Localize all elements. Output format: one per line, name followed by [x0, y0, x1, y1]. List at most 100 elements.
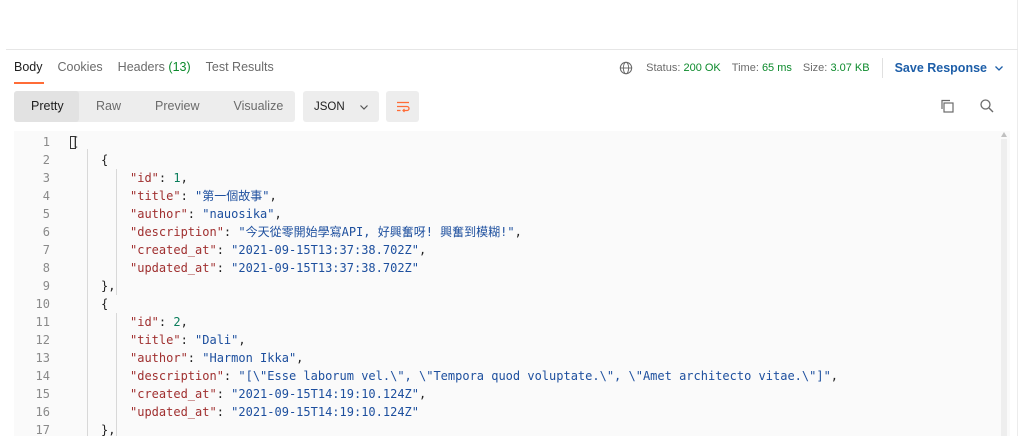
code-text: "updated_at": "2021-09-15T13:37:38.702Z"	[130, 259, 419, 277]
code-token: :	[187, 207, 203, 221]
view-raw-button[interactable]: Raw	[79, 91, 138, 122]
code-token: "author"	[130, 351, 188, 365]
code-text: "description": "今天從零開始學寫API, 好興奮呀! 興奮到模糊…	[130, 223, 522, 241]
format-dropdown[interactable]: JSON	[303, 91, 379, 122]
line-number: 15	[35, 387, 50, 401]
code-token: :	[216, 387, 232, 401]
divider	[6, 49, 1018, 50]
tab-test-results[interactable]: Test Results	[206, 58, 274, 78]
code-token: :	[216, 243, 232, 257]
save-response-button[interactable]: Save Response	[895, 61, 1004, 75]
wrap-lines-icon	[396, 101, 410, 112]
panel-border	[1017, 0, 1018, 436]
code-text: "updated_at": "2021-09-15T14:19:10.124Z"	[130, 403, 419, 421]
request-area	[0, 0, 1024, 49]
code-token: "title"	[130, 189, 181, 203]
code-token: "updated_at"	[130, 261, 217, 275]
code-token: :	[216, 405, 232, 419]
code-token: "description"	[130, 225, 224, 239]
code-text: "description": "[\"Esse laborum vel.\", …	[130, 367, 838, 385]
scroll-up-arrow[interactable]	[1001, 132, 1007, 137]
code-line: 6 "description": "今天從零開始學寫API, 好興奮呀! 興奮到模…	[14, 223, 1010, 241]
code-token: {	[101, 297, 109, 311]
code-token: ,	[419, 387, 427, 401]
status-value: 200 OK	[683, 62, 721, 74]
wrap-lines-button[interactable]	[386, 91, 419, 122]
code-text: },	[101, 421, 115, 436]
code-text: "title": "第一個故事",	[130, 187, 277, 205]
code-line: 13 "author": "Harmon Ikka",	[14, 349, 1010, 367]
line-number: 10	[35, 297, 50, 311]
code-line: 17},	[14, 421, 1010, 436]
line-number: 5	[42, 207, 50, 221]
line-number: 16	[35, 405, 50, 419]
line-number: 6	[42, 225, 50, 239]
code-token: "今天從零開始學寫API, 好興奮呀! 興奮到模糊!"	[238, 225, 515, 239]
code-token: {	[101, 153, 109, 167]
line-number: 11	[35, 315, 50, 329]
code-token: "description"	[130, 369, 224, 383]
status-code[interactable]: Status: 200 OK	[646, 62, 721, 74]
code-token: :	[223, 225, 239, 239]
line-number: 7	[42, 243, 50, 257]
code-line: 12 "title": "Dali",	[14, 331, 1010, 349]
code-token: "Dali"	[195, 333, 239, 347]
line-number: 4	[42, 189, 50, 203]
code-line: 4 "title": "第一個故事",	[14, 187, 1010, 205]
response-time[interactable]: Time: 65 ms	[732, 62, 792, 74]
code-text: "id": 2,	[130, 313, 188, 331]
code-line: 8 "updated_at": "2021-09-15T13:37:38.702Z…	[14, 259, 1010, 277]
response-size[interactable]: Size: 3.07 KB	[803, 62, 870, 74]
view-pretty-button[interactable]: Pretty	[14, 91, 79, 122]
code-token: "updated_at"	[130, 405, 217, 419]
view-mode-selector: Pretty Raw Preview Visualize	[14, 91, 295, 122]
text-cursor	[70, 136, 76, 149]
code-token: ,	[274, 207, 282, 221]
save-response-label: Save Response	[894, 61, 987, 75]
tab-headers[interactable]: Headers (13)	[118, 58, 191, 78]
response-status: Status: 200 OK Time: 65 ms Size: 3.07 KB…	[619, 58, 1004, 78]
code-token: :	[158, 171, 174, 185]
view-visualize-button[interactable]: Visualize	[216, 91, 300, 122]
scrollbar[interactable]	[1001, 139, 1007, 436]
code-token: "Harmon Ikka"	[202, 351, 297, 365]
code-text: {	[101, 151, 108, 169]
chevron-down-icon	[995, 66, 1003, 71]
line-number: 8	[42, 261, 50, 275]
response-body-editor[interactable]: 1[2{3 "id": 1, 4 "title": "第一個故事", 5 "author"…	[14, 131, 1010, 436]
response-tabs: Body Cookies Headers (13) Test Results	[14, 58, 289, 78]
code-line: 14 "description": "[\"Esse laborum vel.\"…	[14, 367, 1010, 385]
code-token: ,	[296, 351, 304, 365]
code-token: 1	[173, 171, 181, 185]
code-token: :	[216, 261, 232, 275]
code-token: },	[101, 279, 116, 293]
line-number: 1	[42, 135, 50, 149]
code-text: "created_at": "2021-09-15T13:37:38.702Z"…	[130, 241, 426, 259]
view-preview-button[interactable]: Preview	[138, 91, 216, 122]
code-line: 16 "updated_at": "2021-09-15T14:19:10.124…	[14, 403, 1010, 421]
line-number: 3	[42, 171, 50, 185]
tab-cookies[interactable]: Cookies	[58, 58, 103, 78]
indent-guide	[116, 313, 117, 436]
line-number: 14	[35, 369, 50, 383]
code-lines: 1[2{3 "id": 1, 4 "title": "第一個故事", 5 "author"…	[14, 133, 1010, 436]
code-line: 2{	[14, 151, 1010, 169]
code-text: "author": "Harmon Ikka",	[130, 349, 303, 367]
code-token: "[\"Esse laborum vel.\", \"Tempora quod …	[238, 369, 831, 383]
size-label: Size:	[802, 62, 828, 74]
search-icon[interactable]	[979, 98, 995, 114]
globe-icon[interactable]	[619, 61, 633, 75]
code-token: ,	[180, 315, 188, 329]
code-token: "title"	[130, 333, 181, 347]
code-token: },	[101, 423, 116, 436]
tab-body[interactable]: Body	[14, 58, 43, 78]
code-token: "2021-09-15T13:37:38.702Z"	[231, 261, 419, 275]
copy-icon[interactable]	[939, 98, 955, 114]
time-label: Time:	[731, 62, 759, 74]
code-token: ,	[514, 225, 522, 239]
code-token: "id"	[130, 171, 159, 185]
code-text: },	[101, 277, 115, 295]
line-number: 2	[42, 153, 50, 167]
code-token: "created_at"	[130, 243, 217, 257]
code-token: "第一個故事"	[195, 189, 270, 203]
